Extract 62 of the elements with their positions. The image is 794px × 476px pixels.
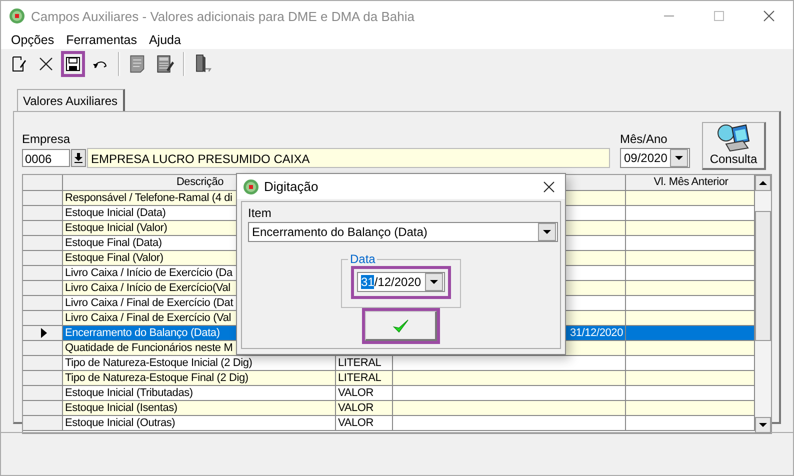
scroll-up-button[interactable] <box>755 175 771 191</box>
up-arrow-icon <box>759 181 767 185</box>
dialog-title: Digitação <box>264 179 318 194</box>
down-arrow-icon <box>74 153 83 163</box>
dropdown-arrow-icon <box>543 230 551 234</box>
item-dropdown[interactable]: Encerramento do Balanço (Data) <box>248 222 558 242</box>
tab[interactable]: Valores Auxiliares <box>17 89 124 111</box>
row-pointer-icon <box>40 328 46 338</box>
table-cell: Estoque Final (Data) <box>65 237 162 249</box>
date-dropdown[interactable]: 31/12/2020 <box>357 272 445 292</box>
save-icon[interactable] <box>64 55 82 73</box>
dropdown-arrow-icon <box>675 156 683 160</box>
table-cell: Tipo de Natureza-Estoque Inicial (2 Dig) <box>65 357 252 369</box>
field-label: Empresa <box>22 132 72 146</box>
scrollbar-thumb[interactable] <box>755 211 771 341</box>
table-cell: Livro Caixa / Final de Exercício (Val <box>65 312 232 324</box>
code-field[interactable]: 0006 <box>22 149 70 167</box>
menu-item[interactable]: Opções <box>11 33 54 47</box>
table-cell: Encerramento do Balanço (Data) <box>65 327 220 339</box>
table-cell: LITERAL <box>338 357 382 369</box>
check-icon <box>392 318 408 334</box>
table-cell: Estoque Inicial (Isentas) <box>65 402 178 414</box>
window-title: Campos Auxiliares - Valores adicionais para DME e DMA da Bahia <box>31 8 414 24</box>
down-arrow-icon <box>759 423 767 427</box>
group-label: Data <box>349 252 376 266</box>
table-cell: Livro Caixa / Final de Exercício (Dat <box>65 297 234 309</box>
field-label: Item <box>248 206 272 220</box>
dropdown-arrow-icon <box>430 280 438 284</box>
table-cell: Estoque Inicial (Valor) <box>65 222 168 234</box>
table-cell: Estoque Inicial (Data) <box>65 207 166 219</box>
table-cell: VALOR <box>338 387 374 399</box>
month-year-dropdown[interactable]: 09/2020 <box>620 148 690 168</box>
company-name-field[interactable]: EMPRESA LUCRO PRESUMIDO CAIXA <box>87 148 610 168</box>
menu-item[interactable]: Ferramentas <box>66 33 137 47</box>
table-cell: Tipo de Natureza-Estoque Final (2 Dig) <box>65 372 248 384</box>
table-cell: Responsável / Telefone-Ramal (4 di <box>65 192 232 204</box>
save-button[interactable] <box>61 51 85 77</box>
table-row[interactable]: Estoque Inicial (Isentas) VALOR <box>23 401 755 416</box>
table-cell: 31/12/2020 <box>570 327 623 339</box>
field-label: Mês/Ano <box>620 132 668 146</box>
computer-icon <box>716 124 752 152</box>
table-cell: VALOR <box>338 417 374 429</box>
table-row[interactable]: Estoque Inicial (Outras) VALOR <box>23 416 755 431</box>
app-icon <box>243 178 259 194</box>
delete-icon[interactable] <box>37 55 55 73</box>
table-cell: Livro Caixa / Início de Exercício (Da <box>65 267 232 279</box>
close-icon[interactable] <box>543 180 555 192</box>
consulta-button[interactable]: Consulta <box>702 122 766 170</box>
edit-page-icon[interactable] <box>10 55 28 73</box>
close-icon[interactable] <box>763 10 775 22</box>
table-cell: Estoque Inicial (Outras) <box>65 417 176 429</box>
table-cell: Estoque Inicial (Tributadas) <box>65 387 193 399</box>
table-cell: Livro Caixa / Início de Exercício(Val <box>65 282 230 294</box>
table-row[interactable]: Tipo de Natureza-Estoque Final (2 Dig) LITERAL <box>23 371 755 386</box>
table-cell: Estoque Final (Valor) <box>65 252 164 264</box>
app-icon <box>9 8 25 24</box>
menu-item[interactable]: Ajuda <box>148 33 181 47</box>
table-cell: LITERAL <box>338 372 382 384</box>
table-cell: VALOR <box>338 402 374 414</box>
scroll-down-button[interactable] <box>755 417 771 433</box>
table-cell: Quatidade de Funcionários neste M <box>65 342 233 354</box>
lookup-button[interactable] <box>71 149 86 167</box>
